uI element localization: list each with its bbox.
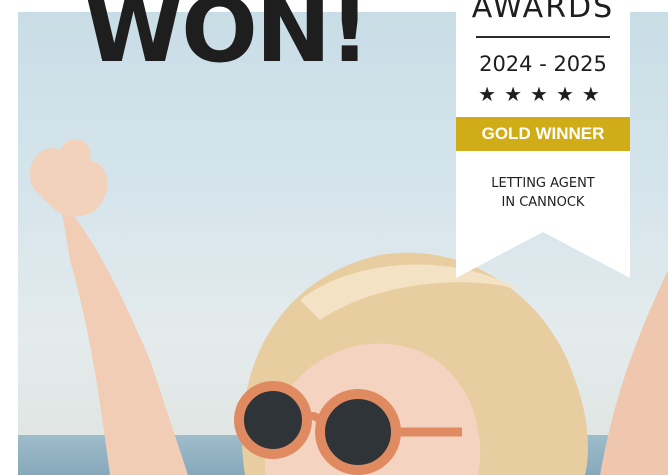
right-lens	[315, 389, 401, 475]
headline: WON!	[84, 0, 370, 83]
award-badge: AWARDS 2024 - 2025 ★★★★★ GOLD WINNER LET…	[456, 0, 630, 278]
right-arm	[600, 270, 668, 475]
category-line-1: LETTING AGENT	[491, 176, 595, 191]
left-arm	[60, 200, 188, 475]
badge-years: 2024 - 2025	[479, 52, 607, 76]
badge-divider	[476, 36, 610, 38]
gold-winner-ribbon: GOLD WINNER	[456, 117, 630, 151]
star-rating: ★★★★★	[478, 84, 608, 106]
category-line-2: IN CANNOCK	[501, 195, 585, 210]
left-hand	[29, 139, 108, 217]
badge-category: LETTING AGENT IN CANNOCK	[456, 174, 630, 212]
left-lens	[234, 381, 312, 459]
badge-title: AWARDS	[471, 0, 615, 25]
